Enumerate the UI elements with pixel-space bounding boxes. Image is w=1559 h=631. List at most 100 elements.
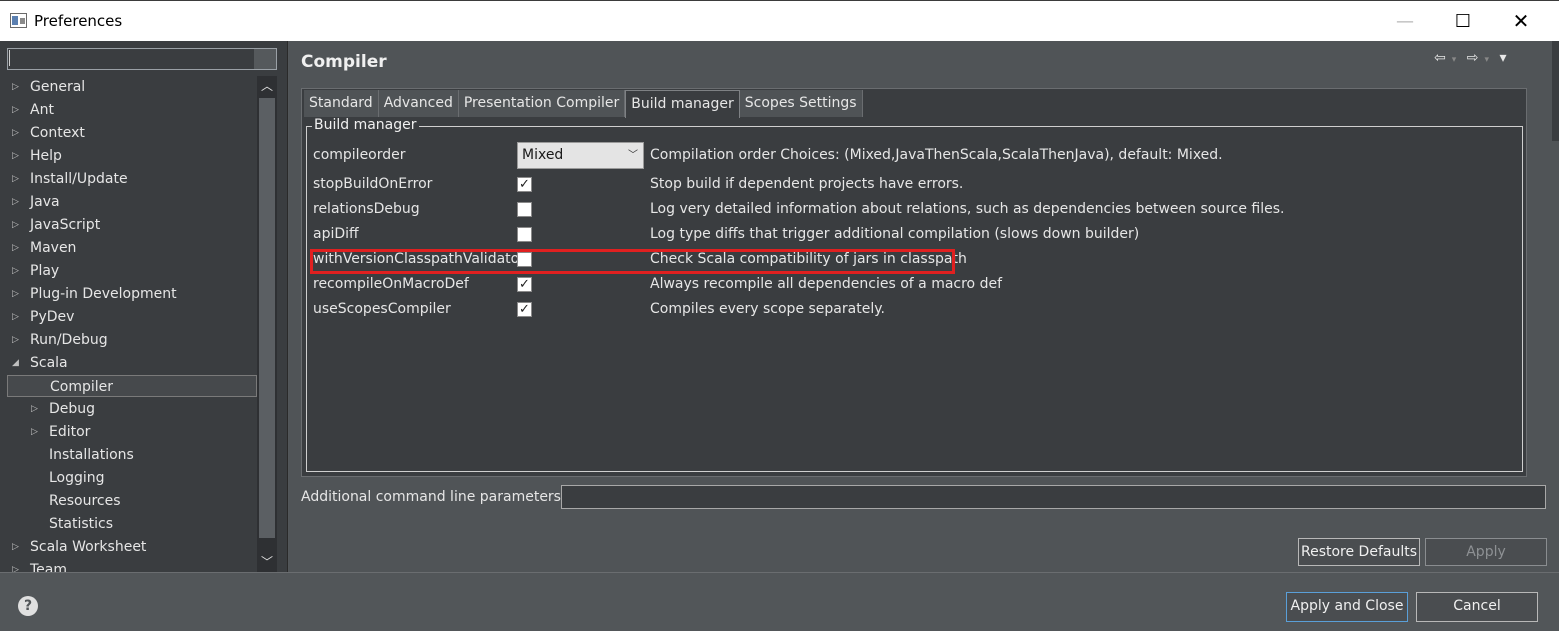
- tab-standard[interactable]: Standard: [304, 90, 379, 117]
- tree-item-context[interactable]: ▷ Context: [7, 122, 257, 144]
- tree-item-play[interactable]: ▷ Play: [7, 260, 257, 282]
- tree-item-statistics[interactable]: Statistics: [7, 513, 257, 535]
- setting-description: Log type diffs that trigger additional c…: [650, 226, 1140, 242]
- tree-item-debug[interactable]: ▷ Debug: [7, 398, 257, 420]
- recompileOnMacroDef-checkbox[interactable]: ✓: [517, 277, 532, 292]
- tree-item-label: Statistics: [49, 516, 113, 532]
- scroll-thumb[interactable]: [259, 98, 275, 538]
- collapsed-twisty-icon[interactable]: ▷: [31, 398, 38, 420]
- tree-item-label: PyDev: [30, 309, 75, 325]
- view-menu-icon[interactable]: ▾: [1499, 50, 1506, 66]
- tree-item-pydev[interactable]: ▷ PyDev: [7, 306, 257, 328]
- collapsed-twisty-icon[interactable]: ▷: [12, 559, 19, 572]
- collapsed-twisty-icon[interactable]: ▷: [12, 329, 19, 351]
- collapsed-twisty-icon[interactable]: ▷: [31, 421, 38, 443]
- tree-item-label: Resources: [49, 493, 121, 509]
- tree-scrollbar[interactable]: ︿ ﹀: [257, 76, 277, 572]
- tree-item-scala-worksheet[interactable]: ▷ Scala Worksheet: [7, 536, 257, 558]
- stopBuildOnError-checkbox[interactable]: ✓: [517, 177, 532, 192]
- expanded-twisty-icon[interactable]: ◢: [12, 352, 19, 374]
- filter-clear-area[interactable]: [254, 49, 276, 69]
- help-icon[interactable]: ?: [18, 596, 38, 616]
- apply-and-close-button[interactable]: Apply and Close: [1286, 592, 1408, 622]
- tree-item-general[interactable]: ▷ General: [7, 76, 257, 98]
- collapsed-twisty-icon[interactable]: ▷: [12, 168, 19, 190]
- tab-scopes-settings[interactable]: Scopes Settings: [739, 90, 863, 117]
- preference-page: Compiler ⇦ ▾ ⇨ ▾ ▾ Standard Advanced Present…: [289, 41, 1559, 572]
- preferences-app-icon: [10, 13, 27, 28]
- chevron-down-icon: ﹀: [628, 150, 638, 161]
- forward-dropdown-icon[interactable]: ▾: [1484, 55, 1489, 65]
- tree-item-editor[interactable]: ▷ Editor: [7, 421, 257, 443]
- tab-build-manager[interactable]: Build manager: [625, 90, 740, 118]
- back-arrow-icon[interactable]: ⇦: [1434, 50, 1446, 66]
- additional-params-input[interactable]: [561, 485, 1546, 509]
- forward-arrow-icon[interactable]: ⇨: [1467, 50, 1479, 66]
- collapsed-twisty-icon[interactable]: ▷: [12, 283, 19, 305]
- restore-defaults-button[interactable]: Restore Defaults: [1298, 538, 1420, 566]
- filter-input[interactable]: [7, 48, 277, 70]
- tab-bar: Standard Advanced Presentation Compiler Bui…: [304, 90, 863, 118]
- collapsed-twisty-icon[interactable]: ▷: [12, 536, 19, 558]
- tab-presentation-compiler[interactable]: Presentation Compiler: [458, 90, 626, 117]
- highlight-annotation: [310, 249, 955, 274]
- tree-item-run-debug[interactable]: ▷ Run/Debug: [7, 329, 257, 351]
- collapsed-twisty-icon[interactable]: ▷: [12, 214, 19, 236]
- collapsed-twisty-icon[interactable]: ▷: [12, 191, 19, 213]
- compileorder-select[interactable]: Mixed ﹀: [517, 142, 644, 169]
- tree-item-javascript[interactable]: ▷ JavaScript: [7, 214, 257, 236]
- setting-description: Log very detailed information about rela…: [650, 201, 1285, 217]
- tree-item-help[interactable]: ▷ Help: [7, 145, 257, 167]
- collapsed-twisty-icon[interactable]: ▷: [12, 122, 19, 144]
- tree-item-team[interactable]: ▷ Team: [7, 559, 257, 572]
- setting-name: useScopesCompiler: [313, 301, 451, 317]
- relationsDebug-checkbox[interactable]: [517, 202, 532, 217]
- minimize-button[interactable]: —: [1382, 1, 1428, 41]
- collapsed-twisty-icon[interactable]: ▷: [12, 306, 19, 328]
- tree-item-label: Install/Update: [30, 171, 128, 187]
- maximize-button[interactable]: ☐: [1440, 1, 1486, 41]
- setting-row-apiDiff: apiDiff Log type diffs that trigger addit…: [313, 224, 1513, 246]
- collapsed-twisty-icon[interactable]: ▷: [12, 237, 19, 259]
- tree-item-resources[interactable]: Resources: [7, 490, 257, 512]
- tree-item-compiler[interactable]: Compiler: [7, 375, 257, 397]
- collapsed-twisty-icon[interactable]: ▷: [12, 145, 19, 167]
- tree-item-label: Team: [30, 562, 68, 572]
- collapsed-twisty-icon[interactable]: ▷: [12, 76, 19, 98]
- tree-item-ant[interactable]: ▷ Ant: [7, 99, 257, 121]
- tab-advanced[interactable]: Advanced: [378, 90, 459, 117]
- setting-description: Compilation order Choices: (Mixed,JavaTh…: [650, 147, 1223, 163]
- useScopesCompiler-checkbox[interactable]: ✓: [517, 302, 532, 317]
- back-dropdown-icon[interactable]: ▾: [1452, 55, 1457, 65]
- tree-item-install-update[interactable]: ▷ Install/Update: [7, 168, 257, 190]
- tree-item-label: Debug: [49, 401, 96, 417]
- tree-item-label: Scala: [30, 355, 68, 371]
- scroll-down-icon[interactable]: ﹀: [257, 552, 277, 572]
- cancel-button[interactable]: Cancel: [1416, 592, 1538, 622]
- close-button[interactable]: ✕: [1498, 1, 1544, 41]
- tree-item-label: Editor: [49, 424, 91, 440]
- tree-item-label: Logging: [49, 470, 105, 486]
- tree-item-scala[interactable]: ◢ Scala: [7, 352, 257, 374]
- title-bar: Preferences — ☐ ✕: [0, 0, 1559, 41]
- page-title: Compiler: [301, 52, 387, 72]
- tree-item-java[interactable]: ▷ Java: [7, 191, 257, 213]
- dialog-button-bar: ? Apply and Close Cancel: [0, 572, 1559, 631]
- setting-name: relationsDebug: [313, 201, 420, 217]
- setting-row-compileorder: compileorder Compilation order Choices: (…: [313, 145, 1513, 167]
- setting-name: recompileOnMacroDef: [313, 276, 469, 292]
- scroll-up-icon[interactable]: ︿: [257, 76, 277, 96]
- tree-item-logging[interactable]: Logging: [7, 467, 257, 489]
- tree-item-installations[interactable]: Installations: [7, 444, 257, 466]
- apiDiff-checkbox[interactable]: [517, 227, 532, 242]
- window-title: Preferences: [34, 12, 123, 30]
- tree-item-plug-in-development[interactable]: ▷ Plug-in Development: [7, 283, 257, 305]
- page-navigation: ⇦ ▾ ⇨ ▾ ▾: [1434, 50, 1512, 66]
- apply-button[interactable]: Apply: [1425, 538, 1547, 566]
- tree-item-label: Help: [30, 148, 62, 164]
- additional-params-label: Additional command line parameters:: [301, 489, 566, 505]
- collapsed-twisty-icon[interactable]: ▷: [12, 99, 19, 121]
- tree-item-label: Play: [30, 263, 60, 279]
- collapsed-twisty-icon[interactable]: ▷: [12, 260, 19, 282]
- tree-item-maven[interactable]: ▷ Maven: [7, 237, 257, 259]
